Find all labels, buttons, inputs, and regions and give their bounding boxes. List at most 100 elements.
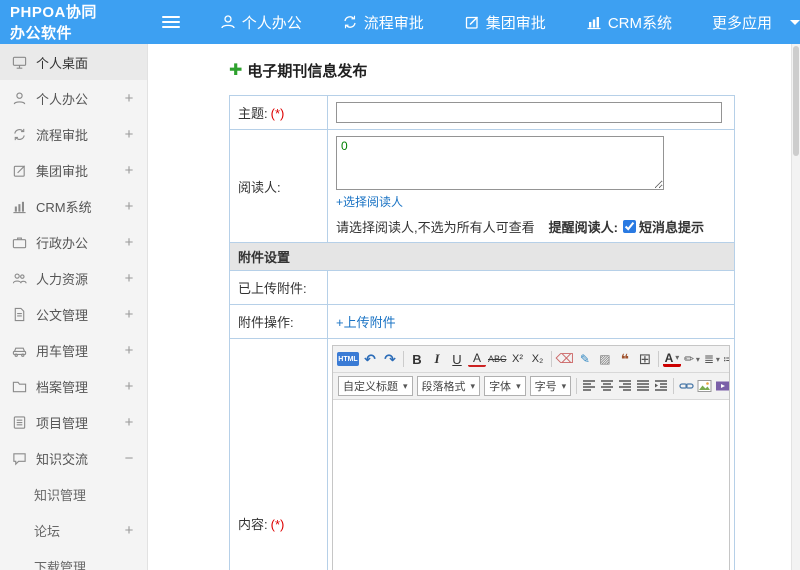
sidebar-item-project-mgmt[interactable]: 项目管理 + [0, 404, 147, 440]
sidebar-item-label: 下载管理 [34, 559, 87, 570]
rich-text-editor: HTML ↶ ↷ B I U A ABC X² X₂ ⌫ ✎ ▨ ❝ ⊞ A ▾… [332, 345, 730, 570]
document-icon [12, 306, 28, 322]
sidebar-item-workflow-approval[interactable]: 流程审批 + [0, 116, 147, 152]
sidebar-item-crm[interactable]: CRM系统 + [0, 188, 147, 224]
sidebar-item-admin-office[interactable]: 行政办公 + [0, 224, 147, 260]
nav-label: 流程审批 [363, 14, 424, 32]
expand-icon[interactable]: + [123, 342, 135, 359]
expand-icon[interactable]: + [123, 126, 135, 143]
upload-attachment-link[interactable]: +上传附件 [336, 315, 396, 330]
menu-toggle-button[interactable] [161, 16, 180, 28]
pen-color-icon[interactable]: ✏ [683, 349, 701, 369]
align-center-icon[interactable] [599, 376, 615, 396]
blockquote-icon[interactable]: ❝ [616, 349, 634, 369]
sidebar-item-archive-mgmt[interactable]: 档案管理 + [0, 368, 147, 404]
select-readers-link[interactable]: +选择阅读人 [336, 193, 403, 210]
sidebar-item-label: 项目管理 [36, 415, 89, 431]
collapse-icon[interactable]: − [123, 450, 135, 467]
paragraph-format-select[interactable]: 段落格式 [416, 376, 481, 396]
media-icon[interactable] [714, 376, 729, 396]
format-brush-icon[interactable]: ✎ [576, 349, 594, 369]
remind-readers-label: 提醒阅读人: [548, 220, 618, 235]
expand-icon[interactable]: + [123, 522, 135, 539]
nav-workflow-approval[interactable]: 流程审批 [342, 12, 424, 33]
indent-icon[interactable] [653, 376, 669, 396]
align-left-icon[interactable] [581, 376, 597, 396]
image-icon[interactable] [696, 376, 712, 396]
expand-icon[interactable]: + [123, 270, 135, 287]
html-source-icon[interactable]: HTML [337, 352, 359, 366]
expand-icon[interactable]: + [123, 90, 135, 107]
font-color-icon[interactable]: A [662, 351, 681, 367]
sidebar-item-label: 行政办公 [36, 235, 89, 251]
sidebar-item-label: 个人桌面 [36, 55, 89, 71]
sidebar-item-label: 用车管理 [36, 343, 89, 359]
sidebar-item-forum[interactable]: 论坛 + [0, 512, 147, 548]
nav-more-apps[interactable]: 更多应用 [712, 12, 800, 33]
sidebar-item-label: 知识交流 [36, 451, 89, 467]
fill-color-icon[interactable]: ▨ [596, 349, 614, 369]
uploaded-attachment-value [327, 270, 735, 305]
sidebar-item-group-approval[interactable]: 集团审批 + [0, 152, 147, 188]
strikethrough-icon[interactable]: ABC [488, 349, 507, 369]
italic-icon[interactable]: I [428, 349, 446, 369]
bold-icon[interactable]: B [408, 349, 426, 369]
table-row: 内容: (*) HTML ↶ ↷ B I U A ABC X² X₂ ⌫ ✎ ▨… [229, 338, 735, 570]
expand-icon[interactable]: + [123, 306, 135, 323]
table-row: 附件设置 [229, 242, 735, 271]
sidebar-item-document-mgmt[interactable]: 公文管理 + [0, 296, 147, 332]
table-row: 主题: (*) [229, 95, 735, 130]
edit-icon [12, 162, 28, 178]
sidebar-item-label: 个人办公 [36, 91, 89, 107]
expand-icon[interactable]: + [123, 162, 135, 179]
undo-icon[interactable]: ↶ [361, 349, 379, 369]
expand-icon[interactable]: + [123, 234, 135, 251]
user-icon [12, 90, 28, 106]
table-row: 附件操作: +上传附件 [229, 304, 735, 339]
expand-icon[interactable]: + [123, 198, 135, 215]
underline-icon[interactable]: U [448, 349, 466, 369]
table-icon[interactable]: ⊞ [636, 349, 654, 369]
sms-notify-checkbox[interactable] [622, 220, 636, 233]
expand-icon[interactable]: + [123, 414, 135, 431]
nav-personal-office[interactable]: 个人办公 [220, 12, 302, 33]
expand-icon[interactable]: + [123, 378, 135, 395]
sidebar-item-hr[interactable]: 人力资源 + [0, 260, 147, 296]
eraser-icon[interactable]: ⌫ [556, 349, 574, 369]
editor-toolbar-row1: HTML ↶ ↷ B I U A ABC X² X₂ ⌫ ✎ ▨ ❝ ⊞ A ▾… [333, 346, 729, 373]
nav-crm[interactable]: CRM系统 [586, 12, 672, 33]
font-family-select[interactable]: 字体 [484, 376, 526, 396]
readers-textarea[interactable]: 0 [336, 136, 664, 190]
font-size-select[interactable]: 字号 [529, 376, 572, 396]
vertical-scrollbar[interactable] [791, 44, 800, 570]
unordered-list-icon[interactable]: ≔ [723, 349, 729, 369]
sidebar-item-personal-office[interactable]: 个人办公 + [0, 80, 147, 116]
sidebar-item-knowledge-exchange[interactable]: 知识交流 − [0, 440, 147, 476]
redo-icon[interactable]: ↷ [381, 349, 399, 369]
sidebar-item-personal-desktop[interactable]: 个人桌面 [0, 44, 147, 80]
readers-hint: 请选择阅读人,不选为所有人可查看 [336, 220, 535, 235]
align-right-icon[interactable] [617, 376, 633, 396]
ordered-list-icon[interactable]: ≣ [703, 349, 721, 369]
sidebar-item-knowledge-mgmt[interactable]: 知识管理 [0, 476, 147, 512]
editor-content-area[interactable] [333, 400, 729, 570]
folder-icon [12, 378, 28, 394]
cycle-icon [342, 14, 358, 30]
subscript-icon[interactable]: X₂ [529, 349, 547, 369]
font-icon[interactable]: A [468, 351, 486, 367]
uploaded-attachment-label: 已上传附件: [238, 281, 307, 296]
nav-label: CRM系统 [607, 14, 672, 32]
align-justify-icon[interactable] [635, 376, 651, 396]
sidebar-item-label: CRM系统 [36, 199, 92, 215]
subject-input[interactable] [336, 102, 722, 123]
sidebar-item-vehicle-mgmt[interactable]: 用车管理 + [0, 332, 147, 368]
superscript-icon[interactable]: X² [509, 349, 527, 369]
chevron-down-icon [790, 19, 800, 25]
nav-group-approval[interactable]: 集团审批 [464, 12, 546, 33]
subject-label: 主题: [238, 106, 268, 121]
readers-label: 阅读人: [238, 179, 281, 195]
scrollbar-thumb[interactable] [793, 46, 799, 156]
custom-title-select[interactable]: 自定义标题 [338, 376, 413, 396]
link-icon[interactable] [678, 376, 694, 396]
sidebar-item-download-mgmt[interactable]: 下载管理 [0, 548, 147, 570]
